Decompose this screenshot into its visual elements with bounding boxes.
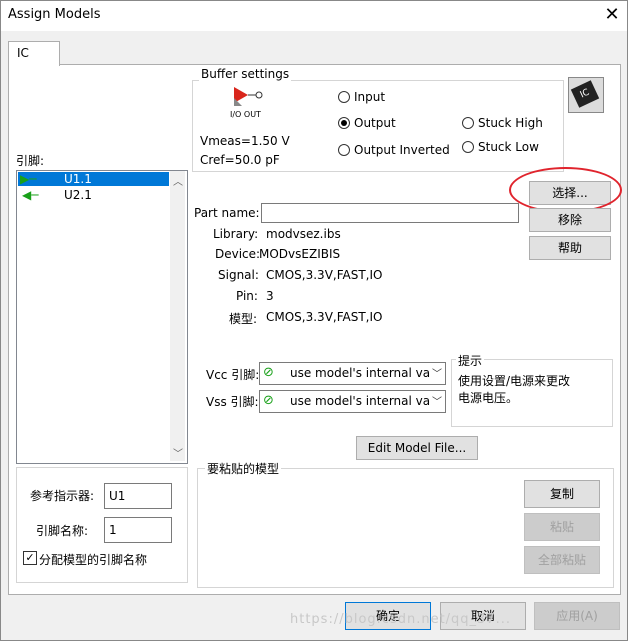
chevron-down-icon: ﹀ [432, 397, 442, 408]
power-source-icon: ⊘ [263, 365, 274, 380]
model-value: CMOS,3.3V,FAST,IO [266, 310, 383, 324]
cref-text: Cref=50.0 pF [200, 153, 280, 167]
radio-output-inverted[interactable] [338, 144, 350, 156]
library-value: modvsez.ibs [266, 227, 341, 241]
tab-ic[interactable]: IC [8, 41, 60, 66]
paste-button[interactable]: 粘贴 [524, 513, 600, 541]
pin-name-input[interactable]: 1 [104, 517, 172, 543]
ic-chip-icon: IC [568, 77, 604, 113]
device-value: MODvsEZIBIS [259, 247, 341, 261]
buffer-symbol-icon [234, 87, 263, 106]
hint-text-line2: 电源电压。 [458, 391, 519, 405]
radio-output-label[interactable]: Output [354, 116, 396, 130]
radio-stuck-low-label[interactable]: Stuck Low [478, 140, 539, 154]
copy-button[interactable]: 复制 [524, 480, 600, 508]
pin-list-scrollbar[interactable]: ︿ ﹀ [170, 171, 185, 461]
radio-output[interactable] [338, 117, 350, 129]
designator-label: 参考指示器: [30, 489, 95, 503]
signal-label: Signal: [218, 268, 259, 282]
library-label: Library: [213, 227, 259, 241]
window-title: Assign Models [8, 7, 101, 22]
signal-value: CMOS,3.3V,FAST,IO [266, 268, 383, 282]
part-name-label: Part name: [194, 206, 260, 220]
help-button[interactable]: 帮助 [529, 236, 611, 260]
vmeas-text: Vmeas=1.50 V [200, 134, 290, 148]
radio-input[interactable] [338, 91, 350, 103]
radio-stuck-high-label[interactable]: Stuck High [478, 116, 543, 130]
vss-select[interactable]: ⊘ use model's internal va ﹀ [259, 390, 446, 413]
assign-pin-names-label[interactable]: 分配模型的引脚名称 [39, 551, 147, 568]
designator-input[interactable]: U1 [104, 483, 172, 509]
radio-input-label[interactable]: Input [354, 90, 385, 104]
input-pin-icon: ◀─ [22, 188, 39, 202]
vcc-label: Vcc 引脚: [206, 368, 260, 382]
paste-model-legend: 要粘贴的模型 [205, 460, 282, 477]
io-out-label: I/O OUT [230, 110, 261, 119]
chevron-down-icon: ﹀ [432, 369, 442, 380]
radio-stuck-low[interactable] [462, 141, 474, 153]
radio-stuck-high[interactable] [462, 117, 474, 129]
scroll-down-icon[interactable]: ﹀ [173, 445, 183, 460]
hint-legend: 提示 [456, 352, 485, 369]
scroll-up-icon[interactable]: ︿ [173, 173, 183, 188]
close-button[interactable]: ✕ [600, 3, 624, 27]
pin-name-label: 引脚名称: [36, 524, 89, 538]
buffer-settings-legend: Buffer settings [199, 67, 292, 81]
edit-model-file-button[interactable]: Edit Model File... [356, 436, 478, 460]
pin-item-u2-1[interactable]: U2.1 [64, 188, 92, 202]
radio-output-inverted-label[interactable]: Output Inverted [354, 143, 450, 157]
pin-list[interactable] [16, 170, 188, 464]
pin-row-selected-highlight [18, 172, 169, 186]
device-label: Device: [215, 247, 261, 261]
vcc-select[interactable]: ⊘ use model's internal va ﹀ [259, 362, 446, 385]
pin-value: 3 [266, 289, 274, 303]
assign-pin-names-checkbox[interactable]: ✓ [23, 551, 37, 565]
apply-button[interactable]: 应用(A) [534, 602, 620, 630]
pin-item-u1-1[interactable]: U1.1 [64, 172, 92, 186]
hint-text-line1: 使用设置/电源来更改 [458, 374, 571, 388]
part-name-input[interactable] [261, 203, 519, 223]
power-source-icon: ⊘ [263, 393, 274, 408]
remove-button[interactable]: 移除 [529, 208, 611, 232]
watermark-text: https://blog.csdn.net/qq_37... [290, 612, 512, 627]
model-label: 模型: [229, 312, 258, 326]
paste-all-button[interactable]: 全部粘贴 [524, 546, 600, 574]
vss-label: Vss 引脚: [206, 395, 259, 409]
annotation-circle [509, 167, 622, 213]
pins-label: 引脚: [16, 154, 45, 168]
pin-label: Pin: [236, 289, 258, 303]
output-pin-icon: ▶─ [20, 172, 37, 186]
